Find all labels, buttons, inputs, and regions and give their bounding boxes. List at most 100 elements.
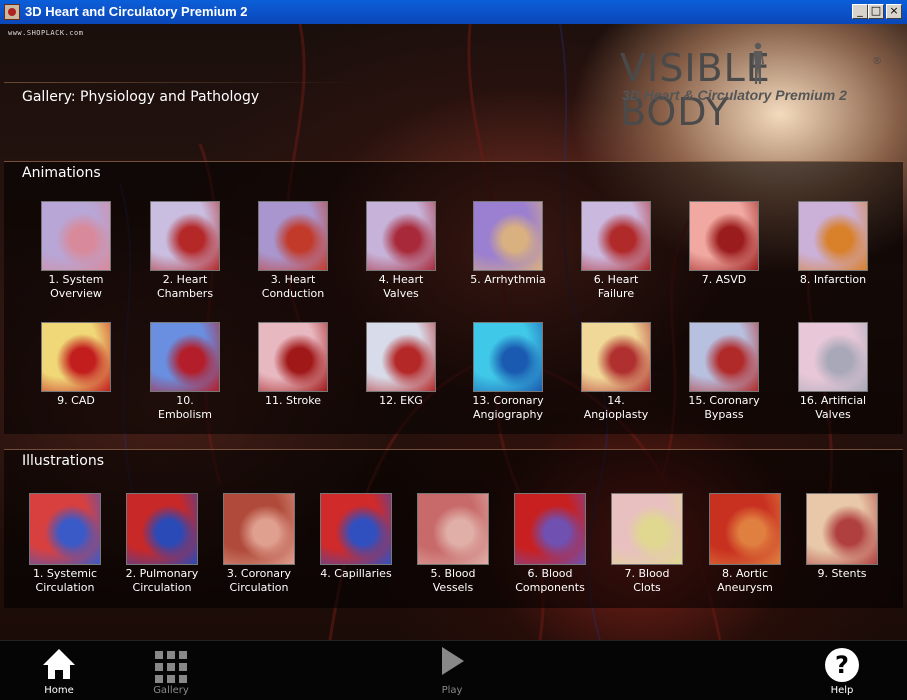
animation-label: 2. Heart Chambers (156, 273, 214, 300)
header-divider (4, 82, 364, 83)
illustration-tile[interactable]: 9. Stents (788, 493, 896, 581)
help-icon: ? (825, 648, 859, 682)
illustration-label: 2. Pulmonary Circulation (125, 567, 199, 594)
animation-tile[interactable]: 3. Heart Conduction (239, 201, 347, 301)
close-button[interactable]: × (886, 4, 902, 19)
illustration-thumbnail[interactable] (611, 493, 683, 565)
animation-tile[interactable]: 10. Embolism (131, 322, 239, 422)
illustration-label: 7. Blood Clots (624, 567, 670, 594)
animation-label: 11. Stroke (264, 394, 322, 407)
animation-label: 10. Embolism (158, 394, 212, 421)
bottom-toolbar: Home Gallery Play ? Help (0, 640, 907, 700)
illustration-label: 1. Systemic Circulation (32, 567, 98, 594)
animation-label: 3. Heart Conduction (261, 273, 325, 300)
illustration-tile[interactable]: 6. Blood Components (496, 493, 604, 595)
animation-label: 13. Coronary Angiography (472, 394, 544, 421)
animations-heading: Animations (22, 165, 101, 181)
illustration-tile[interactable]: 1. Systemic Circulation (11, 493, 119, 595)
animation-tile[interactable]: 11. Stroke (239, 322, 347, 408)
animation-tile[interactable]: 12. EKG (347, 322, 455, 408)
animation-tile[interactable]: 14. Angioplasty (562, 322, 670, 422)
illustration-tile[interactable]: 2. Pulmonary Circulation (108, 493, 216, 595)
animation-thumbnail[interactable] (689, 201, 759, 271)
animation-tile[interactable]: 15. Coronary Bypass (670, 322, 778, 422)
body-figure-icon (752, 42, 764, 84)
illustration-label: 6. Blood Components (515, 567, 585, 594)
animation-label: 9. CAD (57, 394, 95, 407)
animation-thumbnail[interactable] (473, 201, 543, 271)
gallery-button[interactable]: Gallery (131, 641, 211, 700)
gallery-label: Gallery (153, 685, 189, 696)
animation-label: 1. System Overview (48, 273, 104, 300)
animation-tile[interactable]: 13. Coronary Angiography (454, 322, 562, 422)
illustration-thumbnail[interactable] (223, 493, 295, 565)
minimize-button[interactable]: _ (852, 4, 868, 19)
home-icon (43, 649, 75, 679)
animation-thumbnail[interactable] (798, 201, 868, 271)
home-button[interactable]: Home (19, 641, 99, 700)
animation-thumbnail[interactable] (150, 322, 220, 392)
watermark: www.SHOPLACK.com (8, 29, 84, 37)
illustration-thumbnail[interactable] (514, 493, 586, 565)
illustration-tile[interactable]: 5. Blood Vessels (399, 493, 507, 595)
illustration-thumbnail[interactable] (709, 493, 781, 565)
title-bar[interactable]: 3D Heart and Circulatory Premium 2 _ □ × (0, 0, 907, 24)
help-button[interactable]: ? Help (802, 641, 882, 700)
maximize-button[interactable]: □ (868, 4, 884, 19)
animation-label: 14. Angioplasty (583, 394, 649, 421)
animation-thumbnail[interactable] (689, 322, 759, 392)
illustrations-heading: Illustrations (22, 453, 105, 469)
illustration-label: 4. Capillaries (320, 567, 392, 580)
animation-label: 6. Heart Failure (593, 273, 639, 300)
animation-tile[interactable]: 5. Arrhythmia (454, 201, 562, 287)
illustration-tile[interactable]: 7. Blood Clots (593, 493, 701, 595)
illustration-label: 3. Coronary Circulation (226, 567, 292, 594)
illustration-label: 8. Aortic Aneurysm (717, 567, 773, 594)
animation-tile[interactable]: 9. CAD (22, 322, 130, 408)
animation-thumbnail[interactable] (41, 322, 111, 392)
animation-tile[interactable]: 1. System Overview (22, 201, 130, 301)
illustration-tile[interactable]: 8. Aortic Aneurysm (691, 493, 799, 595)
illustration-thumbnail[interactable] (320, 493, 392, 565)
animation-label: 15. Coronary Bypass (688, 394, 760, 421)
logo-subtitle: 3D Heart & Circulatory Premium 2 (622, 87, 847, 103)
svg-text:?: ? (835, 651, 849, 679)
animation-tile[interactable]: 2. Heart Chambers (131, 201, 239, 301)
illustration-label: 5. Blood Vessels (430, 567, 476, 594)
illustration-tile[interactable]: 4. Capillaries (302, 493, 410, 581)
animation-tile[interactable]: 7. ASVD (670, 201, 778, 287)
animation-label: 5. Arrhythmia (470, 273, 546, 286)
play-icon (442, 647, 464, 675)
animation-thumbnail[interactable] (258, 201, 328, 271)
play-button[interactable]: Play (412, 641, 492, 700)
animation-tile[interactable]: 8. Infarction (779, 201, 887, 287)
animation-label: 8. Infarction (799, 273, 867, 286)
help-label: Help (830, 685, 854, 696)
animation-label: 4. Heart Valves (378, 273, 424, 300)
animation-thumbnail[interactable] (581, 201, 651, 271)
page-title: Gallery: Physiology and Pathology (22, 89, 260, 105)
animation-label: 7. ASVD (701, 273, 747, 286)
illustration-thumbnail[interactable] (29, 493, 101, 565)
animation-thumbnail[interactable] (366, 322, 436, 392)
app-icon[interactable] (4, 4, 20, 20)
animation-thumbnail[interactable] (473, 322, 543, 392)
animation-tile[interactable]: 4. Heart Valves (347, 201, 455, 301)
animation-tile[interactable]: 6. Heart Failure (562, 201, 670, 301)
illustration-thumbnail[interactable] (417, 493, 489, 565)
grid-icon (155, 651, 187, 683)
animation-thumbnail[interactable] (798, 322, 868, 392)
animation-thumbnail[interactable] (366, 201, 436, 271)
animation-tile[interactable]: 16. Artificial Valves (779, 322, 887, 422)
animation-thumbnail[interactable] (41, 201, 111, 271)
animation-thumbnail[interactable] (150, 201, 220, 271)
illustration-tile[interactable]: 3. Coronary Circulation (205, 493, 313, 595)
illustration-thumbnail[interactable] (806, 493, 878, 565)
animation-label: 12. EKG (379, 394, 423, 407)
home-label: Home (44, 685, 74, 696)
play-label: Play (441, 685, 463, 696)
animation-thumbnail[interactable] (581, 322, 651, 392)
animation-thumbnail[interactable] (258, 322, 328, 392)
illustration-label: 9. Stents (817, 567, 867, 580)
illustration-thumbnail[interactable] (126, 493, 198, 565)
